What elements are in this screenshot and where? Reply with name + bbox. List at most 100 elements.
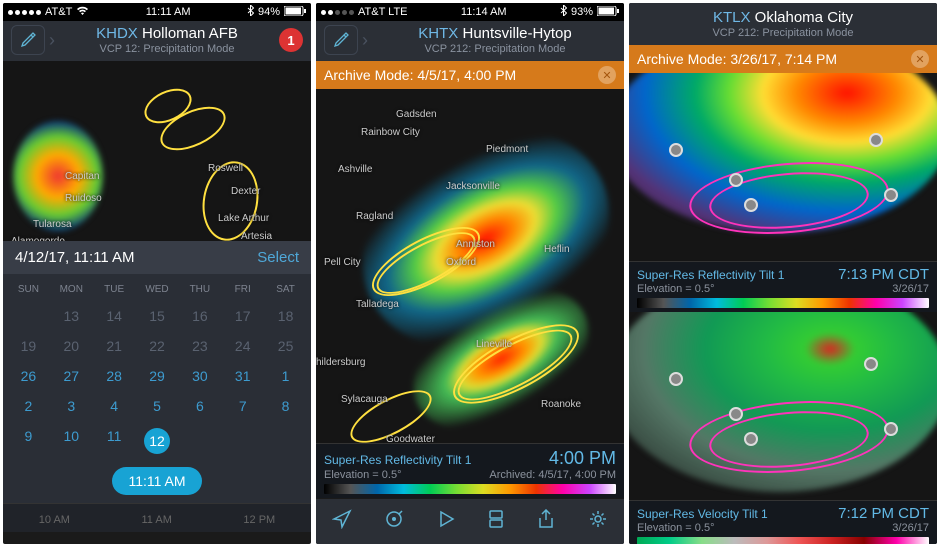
color-scale — [324, 484, 616, 494]
color-scale — [637, 298, 929, 308]
calendar-day[interactable]: 1 — [264, 361, 307, 391]
station-code: KTLX — [713, 9, 751, 26]
calendar-day[interactable]: 12 — [136, 421, 179, 461]
signal-dots — [8, 10, 41, 15]
time-bubble[interactable]: 11:11 AM — [112, 467, 202, 495]
storm-marker[interactable] — [744, 198, 758, 212]
location-icon[interactable] — [332, 509, 352, 534]
gear-icon[interactable] — [588, 509, 608, 534]
layers-icon[interactable] — [487, 509, 505, 534]
calendar-day[interactable]: 18 — [264, 301, 307, 331]
color-scale — [637, 537, 929, 544]
station-name: Oklahoma City — [755, 9, 853, 26]
carrier-label: AT&T — [45, 6, 72, 18]
archive-datetime: 4/5/17, 4:00 PM — [417, 67, 516, 83]
calendar-day[interactable]: 21 — [93, 331, 136, 361]
radar-map[interactable]: Capitan Ruidoso Tularosa Alamogordo Rosw… — [3, 61, 311, 241]
storm-marker[interactable] — [669, 143, 683, 157]
station-title[interactable]: KHTX Huntsville-Hytop VCP 212: Precipita… — [374, 25, 616, 55]
calendar-day[interactable] — [7, 301, 50, 331]
calendar-day[interactable]: 26 — [7, 361, 50, 391]
edit-button[interactable] — [324, 25, 358, 55]
edit-button[interactable] — [11, 25, 45, 55]
calendar-day[interactable]: 19 — [7, 331, 50, 361]
storm-marker[interactable] — [744, 432, 758, 446]
storm-marker[interactable] — [669, 372, 683, 386]
calendar-day[interactable]: 7 — [221, 391, 264, 421]
product-info: Super-Res Reflectivity Tilt 1 4:00 PM El… — [316, 443, 624, 498]
calendar-day[interactable]: 23 — [178, 331, 221, 361]
calendar-day[interactable]: 4 — [93, 391, 136, 421]
screenshot-left: AT&T 11:11 AM 94% › KHDX Holloman AFB VC… — [3, 3, 311, 544]
calendar-day[interactable]: 15 — [136, 301, 179, 331]
chevron-right-icon[interactable]: › — [49, 30, 55, 51]
radar-map-top[interactable] — [629, 73, 937, 261]
calendar[interactable]: SUNMONTUEWEDTHUFRISAT 131415161718192021… — [3, 274, 311, 503]
calendar-day[interactable] — [221, 421, 264, 461]
city-label: Ruidoso — [65, 193, 102, 204]
radar-map-bottom[interactable] — [629, 312, 937, 500]
calendar-day[interactable] — [178, 421, 221, 461]
calendar-day[interactable]: 16 — [178, 301, 221, 331]
chevron-right-icon[interactable]: › — [362, 30, 368, 51]
share-icon[interactable] — [537, 509, 555, 534]
select-button[interactable]: Select — [257, 249, 299, 266]
radar-map[interactable]: Gadsden Rainbow City Ashville Piedmont J… — [316, 89, 624, 443]
city-label: Capitan — [65, 171, 99, 182]
close-icon[interactable]: ✕ — [598, 66, 616, 84]
calendar-day[interactable]: 31 — [221, 361, 264, 391]
battery-icon — [597, 6, 619, 19]
calendar-weekdays: SUNMONTUEWEDTHUFRISAT — [7, 278, 307, 301]
time-axis[interactable]: 10 AM11 AM12 PM — [3, 503, 311, 532]
product-archived: Archived: 4/5/17, 4:00 PM — [489, 469, 616, 481]
calendar-day[interactable]: 14 — [93, 301, 136, 331]
calendar-day[interactable]: 27 — [50, 361, 93, 391]
calendar-day[interactable]: 6 — [178, 391, 221, 421]
storm-marker[interactable] — [869, 133, 883, 147]
datetime-label: 4/12/17, 11:11 AM — [15, 249, 135, 266]
calendar-day[interactable]: 29 — [136, 361, 179, 391]
product-info-top: Super-Res Reflectivity Tilt 17:13 PM CDT… — [629, 261, 937, 312]
city-label: Alamogordo — [11, 236, 65, 241]
station-title[interactable]: KTLX Oklahoma City VCP 212: Precipitatio… — [637, 9, 929, 39]
calendar-day[interactable]: 30 — [178, 361, 221, 391]
station-title[interactable]: KHDX Holloman AFB VCP 12: Precipitation … — [61, 25, 273, 55]
storm-marker[interactable] — [864, 357, 878, 371]
storm-marker[interactable] — [884, 188, 898, 202]
calendar-day[interactable]: 5 — [136, 391, 179, 421]
calendar-day[interactable]: 22 — [136, 331, 179, 361]
close-icon[interactable]: ✕ — [911, 50, 929, 68]
calendar-day[interactable]: 24 — [221, 331, 264, 361]
calendar-day[interactable]: 25 — [264, 331, 307, 361]
storm-marker[interactable] — [729, 173, 743, 187]
calendar-day[interactable]: 8 — [264, 391, 307, 421]
calendar-day[interactable]: 3 — [50, 391, 93, 421]
city-label: Artesia — [241, 231, 272, 241]
play-icon[interactable] — [437, 510, 455, 533]
calendar-day[interactable]: 2 — [7, 391, 50, 421]
app-header: KTLX Oklahoma City VCP 212: Precipitatio… — [629, 3, 937, 45]
calendar-day[interactable]: 17 — [221, 301, 264, 331]
screenshot-right: KTLX Oklahoma City VCP 212: Precipitatio… — [629, 3, 937, 544]
city-label: Lake Arthur — [218, 213, 269, 224]
station-name: Holloman AFB — [142, 25, 238, 42]
alert-badge[interactable]: 1 — [279, 28, 303, 52]
storm-marker[interactable] — [884, 422, 898, 436]
app-header: › KHDX Holloman AFB VCP 12: Precipitatio… — [3, 21, 311, 61]
carrier-label: AT&T LTE — [358, 6, 408, 18]
calendar-day[interactable]: 20 — [50, 331, 93, 361]
calendar-day[interactable] — [264, 421, 307, 461]
storm-marker[interactable] — [729, 407, 743, 421]
target-icon[interactable] — [384, 509, 404, 534]
calendar-day[interactable]: 9 — [7, 421, 50, 461]
station-code: KHTX — [418, 25, 458, 42]
calendar-day[interactable]: 11 — [93, 421, 136, 461]
calendar-day[interactable]: 13 — [50, 301, 93, 331]
vcp-mode: VCP 212: Precipitation Mode — [374, 43, 616, 55]
status-bar: AT&T 11:11 AM 94% — [3, 3, 311, 21]
calendar-day[interactable]: 28 — [93, 361, 136, 391]
product-info-bottom: Super-Res Velocity Tilt 17:12 PM CDT Ele… — [629, 500, 937, 544]
status-time: 11:14 AM — [461, 6, 507, 18]
calendar-day[interactable]: 10 — [50, 421, 93, 461]
product-time: 4:00 PM — [549, 448, 616, 469]
